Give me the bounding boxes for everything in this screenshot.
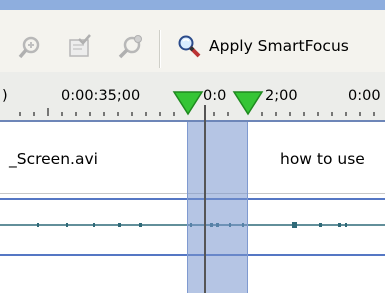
document-check-icon[interactable] — [67, 34, 93, 60]
toolbar-separator — [159, 30, 161, 68]
timeline-selection[interactable] — [187, 122, 248, 293]
clip-label: how to use — [280, 150, 365, 168]
top-accent-bar — [0, 0, 385, 10]
apply-smartfocus-button[interactable]: Apply SmartFocus — [209, 37, 349, 55]
ruler-label: 0:00:35;00 — [61, 88, 141, 104]
zoom-in-icon[interactable] — [17, 34, 43, 60]
ruler-label: 2;00 — [265, 88, 298, 104]
selection-end-marker-icon[interactable] — [232, 90, 264, 120]
zoom-settings-icon[interactable] — [117, 34, 143, 60]
toolbar: Apply SmartFocus — [0, 10, 385, 72]
magnifier-icon — [177, 34, 203, 60]
playhead-line[interactable] — [204, 105, 206, 293]
ruler-label: ) — [2, 88, 8, 104]
clip-label: _Screen.avi — [9, 150, 98, 168]
selection-start-marker-icon[interactable] — [172, 90, 204, 120]
ruler-label: 0:0 — [203, 88, 227, 104]
ruler-label: 0:00 — [348, 88, 381, 104]
